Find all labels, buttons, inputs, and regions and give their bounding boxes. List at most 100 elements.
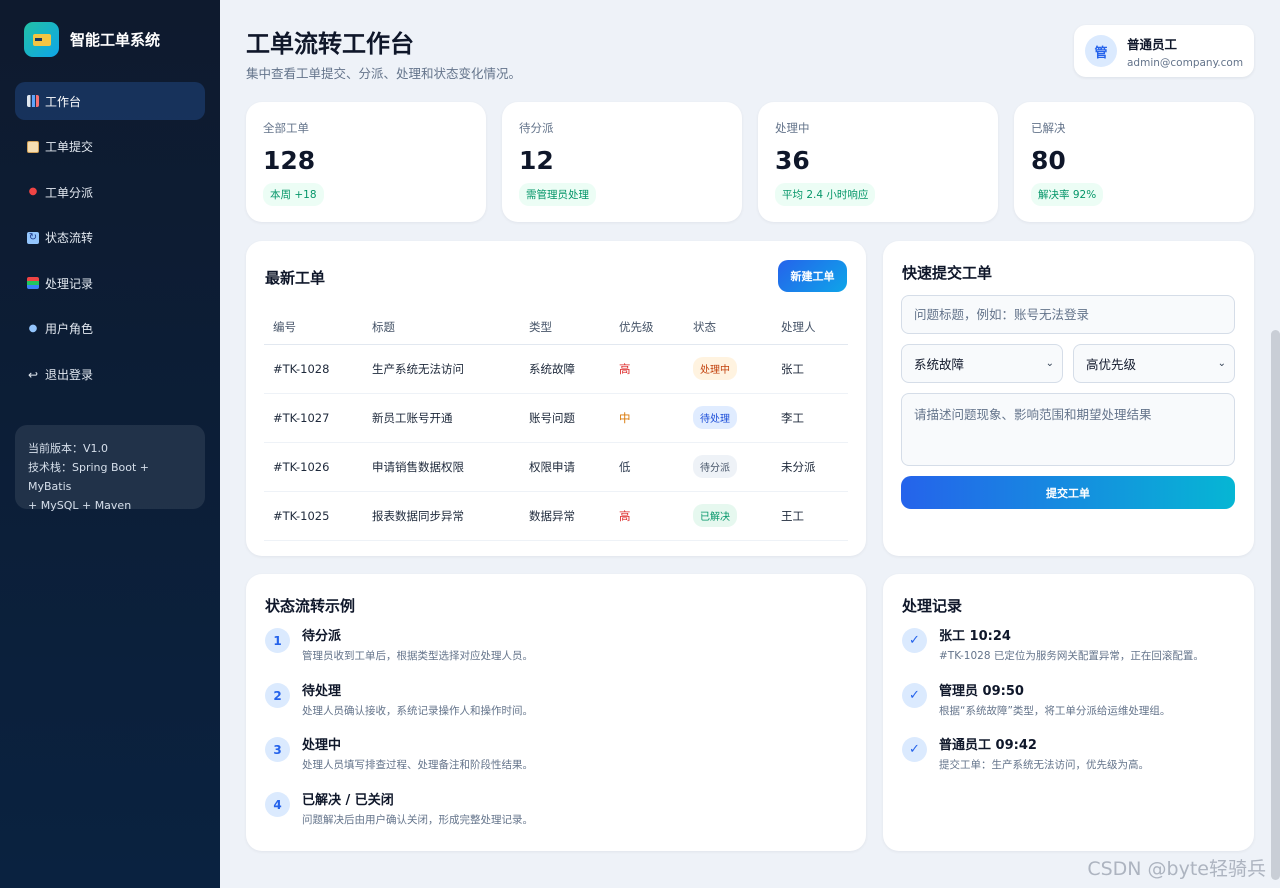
quick-submit-panel: 快速提交工单 系统故障 ⌄ 高优先级 ⌄ 提交工单: [883, 241, 1254, 556]
watermark: CSDN @byte轻骑兵: [1087, 858, 1266, 880]
page-scrollbar[interactable]: [1271, 330, 1280, 880]
select-value: 高优先级: [1086, 357, 1137, 372]
table-row[interactable]: #TK-1027 新员工账号开通 账号问题 中 待处理 李工: [264, 393, 848, 443]
column-header: 标题: [363, 310, 520, 345]
ticket-assignee: 张工: [772, 344, 848, 394]
ticket-priority-select[interactable]: 高优先级 ⌄: [1073, 344, 1235, 383]
ticket-id: #TK-1028: [264, 344, 363, 394]
stat-label: 待分派: [519, 121, 554, 135]
step-number: 3: [265, 737, 290, 762]
sidebar: 智能工单系统 工作台 工单提交 ● 工单分派 ↻ 状态流转 处理记录 ● 用户角…: [0, 0, 220, 888]
status-badge: 待处理: [693, 406, 737, 429]
step-number: 4: [265, 792, 290, 817]
sidebar-item-label: 用户角色: [45, 322, 94, 337]
chevron-down-icon: ⌄: [1045, 358, 1054, 369]
record-title: 普通员工 09:42: [939, 738, 1037, 753]
stat-label: 全部工单: [263, 121, 309, 135]
column-header: 编号: [264, 310, 363, 345]
step-description: 处理人员填写排查过程、处理备注和阶段性结果。: [302, 759, 533, 771]
ticket-priority: 高: [610, 491, 684, 541]
ticket-assignee: 王工: [772, 491, 848, 541]
column-header: 类型: [520, 310, 610, 345]
ticket-id: #TK-1026: [264, 442, 363, 492]
table-row[interactable]: #TK-1025 报表数据同步异常 数据异常 高 已解决 王工: [264, 491, 848, 541]
stat-badge: 需管理员处理: [519, 183, 596, 206]
status-badge: 待分派: [693, 455, 737, 478]
sidebar-item-logout[interactable]: ↩ 退出登录: [15, 356, 205, 394]
ticket-type-select[interactable]: 系统故障 ⌄: [901, 344, 1063, 383]
sidebar-item-flow[interactable]: ↻ 状态流转: [15, 219, 205, 257]
sidebar-item-dashboard[interactable]: 工作台: [15, 82, 205, 120]
user-card[interactable]: 管 普通员工 admin@company.com: [1074, 25, 1254, 77]
ticket-priority: 中: [610, 393, 684, 443]
stat-card-resolved: 已解决 80 解决率 92%: [1014, 102, 1254, 222]
chevron-down-icon: ⌄: [1217, 358, 1226, 369]
check-icon: ✓: [902, 683, 927, 708]
sidebar-item-assign[interactable]: ● 工单分派: [15, 173, 205, 211]
section-title: 状态流转示例: [265, 597, 356, 615]
tickets-table: 编号 标题 类型 优先级 状态 处理人 #TK-1028 生产系统无法访问 系统…: [264, 310, 848, 541]
ticket-title: 报表数据同步异常: [363, 491, 520, 541]
id-card-icon: [24, 22, 59, 57]
sidebar-item-label: 退出登录: [45, 368, 94, 383]
users-icon: ●: [28, 322, 38, 334]
ticket-title-input[interactable]: [901, 295, 1235, 334]
select-value: 系统故障: [914, 357, 965, 372]
stat-value: 12: [519, 146, 554, 175]
sidebar-item-label: 工单分派: [45, 185, 94, 200]
stat-card-pending-assign: 待分派 12 需管理员处理: [502, 102, 742, 222]
status-flow-panel: 状态流转示例 1 待分派 管理员收到工单后，根据类型选择对应处理人员。 2 待处…: [246, 574, 866, 851]
stat-value: 128: [263, 146, 316, 175]
books-icon: [27, 277, 39, 290]
sidebar-nav: 工作台 工单提交 ● 工单分派 ↻ 状态流转 处理记录 ● 用户角色 ↩ 退出登…: [15, 82, 205, 401]
sidebar-item-records[interactable]: 处理记录: [15, 264, 205, 302]
column-header: 优先级: [610, 310, 684, 345]
section-title: 处理记录: [902, 597, 963, 615]
submit-ticket-button[interactable]: 提交工单: [901, 476, 1235, 509]
latest-tickets-panel: 最新工单 新建工单 编号 标题 类型 优先级 状态 处理人 #TK-1028 生…: [246, 241, 866, 556]
step-description: 问题解决后由用户确认关闭，形成完整处理记录。: [302, 814, 533, 826]
sidebar-item-label: 处理记录: [45, 276, 94, 291]
step-title: 处理中: [302, 738, 342, 753]
ticket-type: 权限申请: [520, 442, 610, 492]
ticket-assignee: 李工: [772, 393, 848, 443]
record-description: 根据“系统故障”类型，将工单分派给运维处理组。: [939, 705, 1171, 717]
ticket-status-cell: 待分派: [684, 442, 772, 492]
stat-badge: 本周 +18: [263, 183, 324, 206]
page-subtitle: 集中查看工单提交、分派、处理和状态变化情况。: [246, 66, 522, 81]
ticket-type: 账号问题: [520, 393, 610, 443]
ticket-type: 数据异常: [520, 491, 610, 541]
version-line: 当前版本：V1.0: [28, 442, 109, 455]
section-title: 最新工单: [265, 269, 326, 287]
main-content: 工单流转工作台 集中查看工单提交、分派、处理和状态变化情况。 管 普通员工 ad…: [246, 0, 1256, 888]
ticket-title: 生产系统无法访问: [363, 344, 520, 394]
sidebar-item-submit[interactable]: 工单提交: [15, 128, 205, 166]
user-name: 普通员工: [1127, 36, 1178, 52]
column-header: 状态: [684, 310, 772, 345]
table-header-row: 编号 标题 类型 优先级 状态 处理人: [264, 310, 848, 345]
avatar: 管: [1085, 35, 1117, 67]
sidebar-item-users[interactable]: ● 用户角色: [15, 310, 205, 348]
check-icon: ✓: [902, 737, 927, 762]
sidebar-item-label: 状态流转: [45, 231, 94, 246]
ticket-assignee: 未分派: [772, 442, 848, 492]
ticket-title: 新员工账号开通: [363, 393, 520, 443]
tech-stack-line: 技术栈：Spring Boot + MyBatis: [28, 461, 150, 493]
new-ticket-button[interactable]: 新建工单: [778, 260, 847, 292]
brand-name: 智能工单系统: [70, 31, 161, 49]
user-email: admin@company.com: [1127, 56, 1244, 69]
ticket-status-cell: 处理中: [684, 344, 772, 394]
stat-label: 已解决: [1031, 121, 1066, 135]
ticket-id: #TK-1027: [264, 393, 363, 443]
process-records-panel: 处理记录 ✓ 张工 10:24 #TK-1028 已定位为服务网关配置异常，正在…: [883, 574, 1254, 851]
brand: 智能工单系统: [24, 22, 160, 57]
table-row[interactable]: #TK-1028 生产系统无法访问 系统故障 高 处理中 张工: [264, 344, 848, 394]
version-info: 当前版本：V1.0 技术栈：Spring Boot + MyBatis + My…: [15, 425, 205, 512]
page-title: 工单流转工作台: [246, 30, 414, 58]
table-row[interactable]: #TK-1026 申请销售数据权限 权限申请 低 待分派 未分派: [264, 442, 848, 492]
ticket-description-textarea[interactable]: [901, 393, 1235, 466]
step-number: 2: [265, 683, 290, 708]
tech-stack-line: + MySQL + Maven: [28, 499, 132, 512]
status-badge: 处理中: [693, 357, 737, 380]
return-icon: ↩: [27, 367, 39, 382]
